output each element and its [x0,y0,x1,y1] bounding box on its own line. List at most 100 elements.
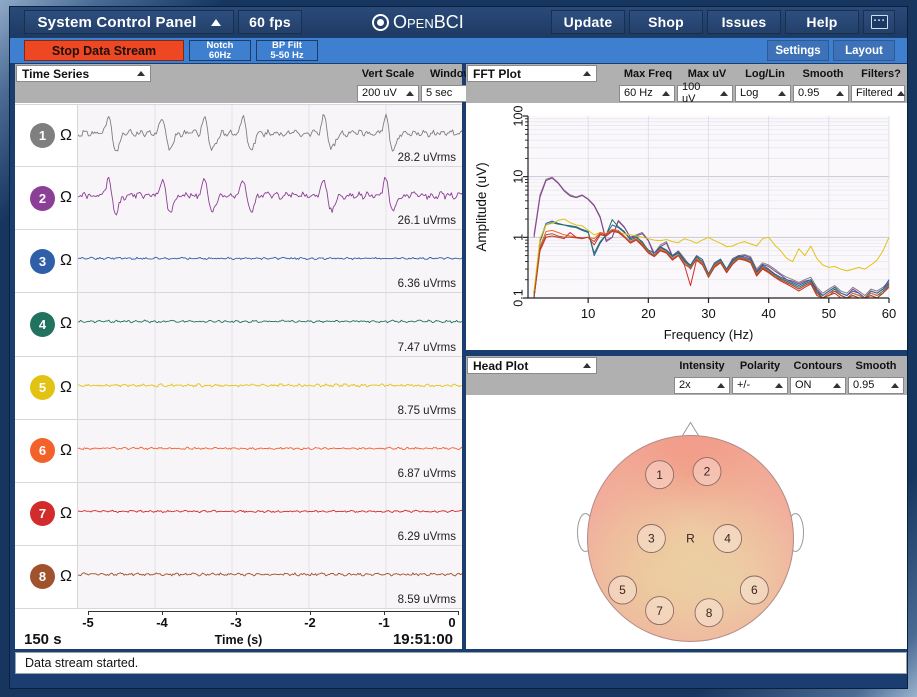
chevron-up-icon [775,383,783,388]
head-plot-header: Head Plot Intensity Polarity Contours Sm… [466,356,907,375]
time-series-channel-row: 1Ω28.2 uVrms [15,104,462,167]
head-plot-widget-name: Head Plot [473,359,528,373]
head-plot-smooth-dropdown[interactable]: 0.95 [848,377,904,394]
impedance-button-5[interactable]: Ω [55,379,77,397]
polarity-label: Polarity [731,360,789,372]
openbci-gui-window: System Control Panel 60 fps OpenBCI Upda… [0,0,917,697]
impedance-button-3[interactable]: Ω [55,252,77,270]
fft-y-axis-title: Amplitude (uV) [474,162,489,251]
impedance-button-7[interactable]: Ω [55,505,77,523]
fps-indicator: 60 fps [238,10,302,34]
time-series-channel-row: 7Ω6.29 uVrms [15,483,462,546]
impedance-button-1[interactable]: Ω [55,127,77,145]
help-label: Help [806,14,837,30]
polarity-dropdown[interactable]: +/- [732,377,788,394]
control-strip-right-group: Settings Layout [767,40,895,61]
notch-filter-button[interactable]: Notch 60Hz [189,40,251,61]
head-plot-canvas[interactable]: 12345678R [466,396,907,649]
contours-dropdown[interactable]: ON [790,377,846,394]
fft-subbar: 60 Hz 100 uV Log 0.95 Filtered [466,83,907,103]
system-control-panel-button[interactable]: System Control Panel [24,10,234,34]
console-window-button[interactable] [863,10,895,34]
status-bar: Data stream started. [15,652,907,674]
stop-data-stream-button[interactable]: Stop Data Stream [24,40,184,61]
fft-x-tick-label: 10 [581,306,595,321]
impedance-button-4[interactable]: Ω [55,315,77,333]
fft-widget-selector[interactable]: FFT Plot [467,65,597,82]
head-plot-smooth-label: Smooth [847,360,905,372]
head-plot-label-row: Intensity Polarity Contours Smooth [673,356,905,375]
channel-rms-2: 26.1 uVrms [398,215,456,227]
max-freq-dropdown[interactable]: 60 Hz [619,85,675,102]
channel-toggle-5[interactable]: 5 [30,375,55,400]
impedance-button-6[interactable]: Ω [55,442,77,460]
issues-button[interactable]: Issues [707,10,781,34]
electrode-label-6: 6 [751,583,758,597]
channel-toggle-2[interactable]: 2 [30,186,55,211]
log-lin-dropdown[interactable]: Log [735,85,791,102]
help-button[interactable]: Help [785,10,859,34]
intensity-value: 2x [679,379,691,391]
fft-x-tick-label: 30 [701,306,715,321]
head-plot-subbar: 2x +/- ON 0.95 [466,375,907,395]
bandpass-filter-button[interactable]: BP Filt 5-50 Hz [256,40,318,61]
time-series-channel-row: 6Ω6.87 uVrms [15,420,462,483]
channel-toggle-3[interactable]: 3 [30,249,55,274]
channel-rms-3: 6.36 uVrms [398,278,456,290]
time-series-vert-scale-label-wrap: Vert Scale Window [355,64,481,83]
notch-filter-value: 60Hz [209,51,231,61]
electrode-label-8: 8 [706,606,713,620]
max-uv-label: Max uV [678,68,736,80]
update-button[interactable]: Update [551,10,625,34]
impedance-button-2[interactable]: Ω [55,189,77,207]
max-uv-dropdown[interactable]: 100 uV [677,85,733,102]
contours-label: Contours [789,360,847,372]
chevron-up-icon [583,71,591,76]
channel-toggle-8[interactable]: 8 [30,564,55,589]
channel-toggle-1[interactable]: 1 [30,123,55,148]
polarity-value: +/- [737,379,750,391]
fft-x-tick-label: 40 [761,306,775,321]
fft-y-tick-label: 10 [511,170,525,184]
time-series-plot-area[interactable]: 1Ω28.2 uVrms2Ω26.1 uVrms3Ω6.36 uVrms4Ω7.… [15,104,462,609]
channel-trace-1: 28.2 uVrms [77,105,462,166]
filters-label: Filters? [852,68,910,80]
electrode-label-R: R [686,532,695,546]
top-navigation-bar: System Control Panel 60 fps OpenBCI Upda… [10,7,907,37]
channel-toggle-4[interactable]: 4 [30,312,55,337]
electrode-label-5: 5 [619,583,626,597]
filters-dropdown[interactable]: Filtered [851,85,905,102]
channel-rms-8: 8.59 uVrms [398,594,456,606]
head-plot-widget-selector[interactable]: Head Plot [467,357,597,374]
fft-plot-canvas[interactable]: 0.1110100102030405060Frequency (Hz)Ampli… [466,104,907,350]
chevron-up-icon [836,91,844,96]
bandpass-filter-title: BP Filt [272,41,302,51]
channel-toggle-6[interactable]: 6 [30,438,55,463]
chevron-up-icon [662,91,670,96]
channel-toggle-7[interactable]: 7 [30,501,55,526]
shop-label: Shop [648,14,684,30]
control-strip: Stop Data Stream Notch 60Hz BP Filt 5-50… [10,38,907,63]
vert-scale-dropdown[interactable]: 200 uV [357,85,419,102]
top-nav-right-group: Update Shop Issues Help [551,10,895,34]
notch-filter-title: Notch [207,41,234,51]
time-series-subbar: Hardware Settings 200 uV 5 sec [15,83,462,103]
chevron-up-icon [717,383,725,388]
fft-smooth-dropdown[interactable]: 0.95 [793,85,849,102]
channel-trace-7: 6.29 uVrms [77,483,462,545]
fft-x-tick-label: 20 [641,306,655,321]
chevron-up-icon [211,19,221,26]
impedance-button-8[interactable]: Ω [55,568,77,586]
layout-button[interactable]: Layout [833,40,895,61]
fft-x-tick-label: 50 [822,306,836,321]
time-series-channel-row: 2Ω 26.1 uVrms [15,167,462,230]
settings-button[interactable]: Settings [767,40,829,61]
intensity-dropdown[interactable]: 2x [674,377,730,394]
electrode-label-3: 3 [648,532,655,546]
fft-plot-svg: 0.1110100102030405060Frequency (Hz)Ampli… [466,104,907,350]
shop-button[interactable]: Shop [629,10,703,34]
time-series-channel-row: 4Ω7.47 uVrms [15,293,462,356]
fft-smooth-label: Smooth [794,68,852,80]
fft-y-tick-label: 0.1 [511,289,525,306]
time-series-widget-selector[interactable]: Time Series [16,65,151,82]
